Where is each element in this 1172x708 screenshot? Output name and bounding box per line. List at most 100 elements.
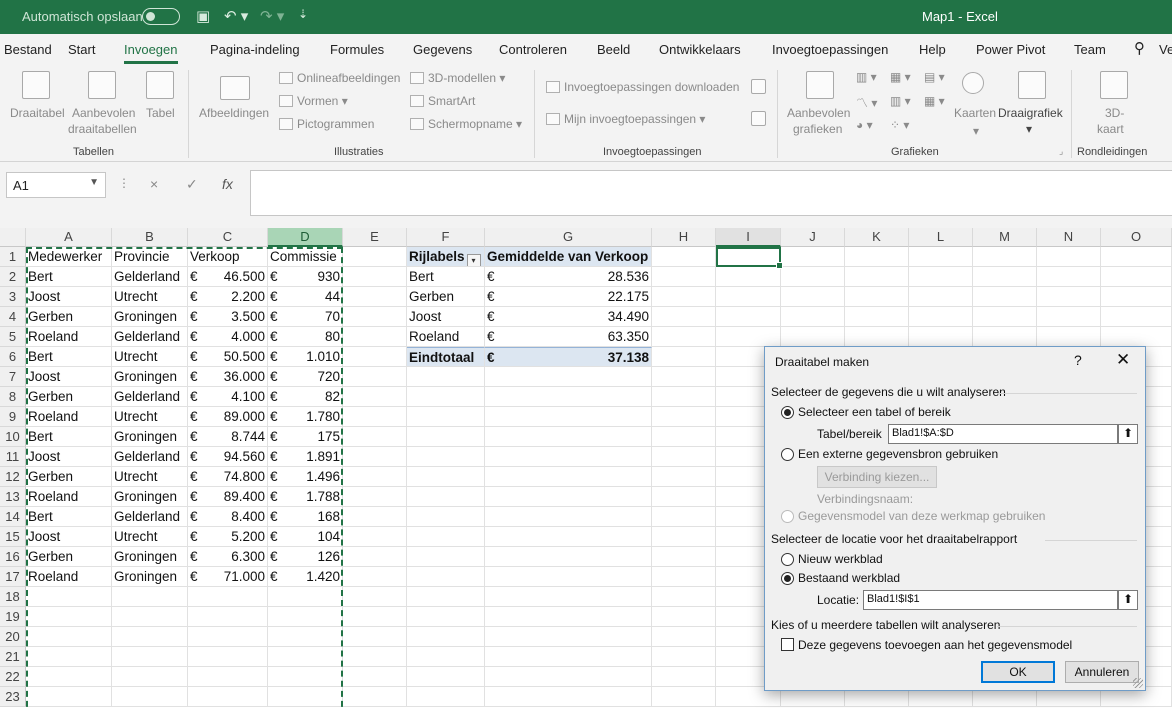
- row-header[interactable]: 12: [0, 467, 26, 487]
- cell-provincie[interactable]: Gelderland: [112, 507, 188, 527]
- cell[interactable]: [781, 267, 845, 287]
- cell[interactable]: [652, 247, 716, 267]
- currency-symbol[interactable]: €: [485, 327, 505, 347]
- cell[interactable]: [485, 387, 652, 407]
- cell[interactable]: [485, 487, 652, 507]
- cell[interactable]: [407, 427, 485, 447]
- radio-new-worksheet[interactable]: [781, 553, 794, 566]
- search-label[interactable]: Ve: [1159, 42, 1172, 57]
- cell[interactable]: [343, 387, 407, 407]
- label-external-source[interactable]: Een externe gegevensbron gebruiken: [798, 447, 998, 461]
- currency-symbol[interactable]: €: [268, 347, 288, 367]
- column-header-i[interactable]: I: [716, 228, 781, 247]
- cell[interactable]: [845, 287, 909, 307]
- cell-medewerker[interactable]: Gerben: [26, 547, 112, 567]
- cell[interactable]: [652, 587, 716, 607]
- currency-symbol[interactable]: €: [485, 267, 505, 287]
- kaarten-button[interactable]: Kaarten: [954, 106, 996, 120]
- currency-symbol[interactable]: €: [188, 387, 208, 407]
- pivot-value-header[interactable]: Gemiddelde van Verkoop: [485, 247, 652, 267]
- pie-chart-icon[interactable]: ◕ ▾: [856, 118, 873, 132]
- cell[interactable]: [112, 627, 188, 647]
- cell[interactable]: [652, 267, 716, 287]
- currency-symbol[interactable]: €: [268, 547, 288, 567]
- row-header[interactable]: 4: [0, 307, 26, 327]
- tab-beeld[interactable]: Beeld: [597, 42, 630, 57]
- tab-ontwikkelaars[interactable]: Ontwikkelaars: [659, 42, 741, 57]
- cell-verkoop[interactable]: 6.300: [208, 547, 268, 567]
- cell[interactable]: [1101, 287, 1172, 307]
- cell[interactable]: [343, 407, 407, 427]
- cell[interactable]: [845, 307, 909, 327]
- cell[interactable]: [343, 367, 407, 387]
- onlineafbeeldingen-button[interactable]: Onlineafbeeldingen: [279, 71, 400, 85]
- cell[interactable]: [652, 627, 716, 647]
- pictogrammen-button[interactable]: Pictogrammen: [279, 117, 374, 131]
- kaarten-dropdown-icon[interactable]: ▾: [973, 124, 979, 138]
- cell-commissie[interactable]: 80: [288, 327, 343, 347]
- cell-verkoop[interactable]: 50.500: [208, 347, 268, 367]
- cell[interactable]: [343, 307, 407, 327]
- cell[interactable]: [909, 307, 973, 327]
- column-header-f[interactable]: F: [407, 228, 485, 247]
- collapse-location-icon[interactable]: ⬆: [1118, 590, 1138, 610]
- ok-button[interactable]: OK: [981, 661, 1055, 683]
- cell[interactable]: [652, 547, 716, 567]
- column-header-n[interactable]: N: [1037, 228, 1101, 247]
- cell[interactable]: [343, 347, 407, 367]
- smartart-button[interactable]: SmartArt: [410, 94, 475, 108]
- cell[interactable]: [485, 647, 652, 667]
- vormen-button[interactable]: Vormen ▾: [279, 94, 348, 108]
- cell[interactable]: [716, 307, 781, 327]
- label-data-model[interactable]: Gegevensmodel van deze werkmap gebruiken: [798, 509, 1045, 523]
- cell[interactable]: [268, 687, 343, 707]
- cell-provincie[interactable]: Groningen: [112, 547, 188, 567]
- currency-symbol[interactable]: €: [268, 527, 288, 547]
- currency-symbol[interactable]: €: [268, 307, 288, 327]
- cell[interactable]: [407, 567, 485, 587]
- pivot-row-labels-header[interactable]: Rijlabels ▾: [407, 247, 485, 267]
- mijn-invoegtoepassingen-button[interactable]: Mijn invoegtoepassingen ▾: [546, 112, 705, 126]
- cell[interactable]: [781, 327, 845, 347]
- row-header[interactable]: 13: [0, 487, 26, 507]
- cell[interactable]: [1037, 287, 1101, 307]
- cell[interactable]: [188, 627, 268, 647]
- cell[interactable]: [268, 647, 343, 667]
- column-header-d[interactable]: D: [268, 228, 343, 247]
- row-header[interactable]: 11: [0, 447, 26, 467]
- row-header[interactable]: 3: [0, 287, 26, 307]
- cell[interactable]: [112, 607, 188, 627]
- cell[interactable]: [343, 507, 407, 527]
- cell-verkoop[interactable]: 8.400: [208, 507, 268, 527]
- table-range-input[interactable]: Blad1!$A:$D: [888, 424, 1118, 444]
- cell[interactable]: [845, 247, 909, 267]
- cell-verkoop[interactable]: 4.000: [208, 327, 268, 347]
- cell[interactable]: [845, 267, 909, 287]
- row-header[interactable]: 5: [0, 327, 26, 347]
- row-header[interactable]: 19: [0, 607, 26, 627]
- currency-symbol[interactable]: €: [485, 287, 505, 307]
- cell-medewerker[interactable]: Gerben: [26, 467, 112, 487]
- tab-start[interactable]: Start: [68, 42, 95, 57]
- currency-symbol[interactable]: €: [485, 347, 505, 367]
- cell-provincie[interactable]: Gelderland: [112, 327, 188, 347]
- column-header-l[interactable]: L: [909, 228, 973, 247]
- help-icon[interactable]: ?: [1074, 352, 1082, 368]
- cell[interactable]: [343, 547, 407, 567]
- cell-medewerker[interactable]: Roeland: [26, 487, 112, 507]
- cell-provincie[interactable]: Groningen: [112, 307, 188, 327]
- currency-symbol[interactable]: €: [188, 307, 208, 327]
- cell[interactable]: [112, 667, 188, 687]
- cell[interactable]: [909, 327, 973, 347]
- cell[interactable]: [781, 287, 845, 307]
- column-header-e[interactable]: E: [343, 228, 407, 247]
- table-header-cell[interactable]: Medewerker: [26, 247, 112, 267]
- pivot-row-value[interactable]: 28.536: [505, 267, 652, 287]
- cell[interactable]: [716, 327, 781, 347]
- cell-provincie[interactable]: Groningen: [112, 567, 188, 587]
- cell[interactable]: [652, 427, 716, 447]
- column-header-b[interactable]: B: [112, 228, 188, 247]
- cell[interactable]: [407, 647, 485, 667]
- currency-symbol[interactable]: €: [268, 367, 288, 387]
- row-header[interactable]: 6: [0, 347, 26, 367]
